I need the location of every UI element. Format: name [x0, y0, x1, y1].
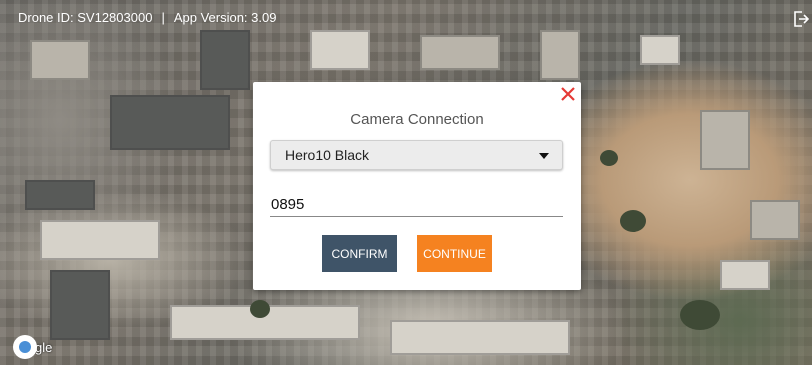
close-icon[interactable]	[559, 84, 577, 104]
map-building	[200, 30, 250, 90]
drone-id: Drone ID: SV12803000	[18, 10, 153, 25]
map-building	[420, 35, 500, 70]
app-screen: Drone ID: SV12803000 | App Version: 3.09 g…	[0, 0, 812, 365]
map-building	[110, 95, 230, 150]
map-building	[720, 260, 770, 290]
chevron-down-icon	[539, 153, 549, 159]
map-building	[540, 30, 580, 80]
map-tree	[680, 300, 720, 330]
dialog-title: Camera Connection	[350, 111, 484, 128]
map-building	[640, 35, 680, 65]
camera-code-input[interactable]	[270, 192, 563, 217]
map-attribution: gle	[35, 339, 53, 355]
map-building	[750, 200, 800, 240]
map-building	[30, 40, 90, 80]
google-logo: gle	[13, 334, 52, 360]
map-building	[25, 180, 95, 210]
app-version: App Version: 3.09	[173, 10, 277, 25]
confirm-button[interactable]: CONFIRM	[322, 235, 397, 272]
map-building	[700, 110, 750, 170]
map-building	[40, 220, 160, 260]
continue-button[interactable]: CONTINUE	[417, 235, 492, 272]
separator: |	[161, 10, 165, 25]
map-building	[310, 30, 370, 70]
map-building	[50, 270, 110, 340]
map-tree	[600, 150, 618, 166]
exit-icon[interactable]	[793, 10, 810, 28]
status-bar: Drone ID: SV12803000 | App Version: 3.09	[18, 10, 276, 25]
camera-select[interactable]: Hero10 Black	[270, 140, 563, 170]
camera-select-value: Hero10 Black	[285, 147, 370, 163]
map-tree	[250, 300, 270, 318]
google-logo-icon	[13, 335, 37, 359]
map-tree	[620, 210, 646, 232]
map-building	[390, 320, 570, 355]
camera-connection-dialog: Camera Connection Hero10 Black CONFIRM C…	[253, 82, 581, 290]
